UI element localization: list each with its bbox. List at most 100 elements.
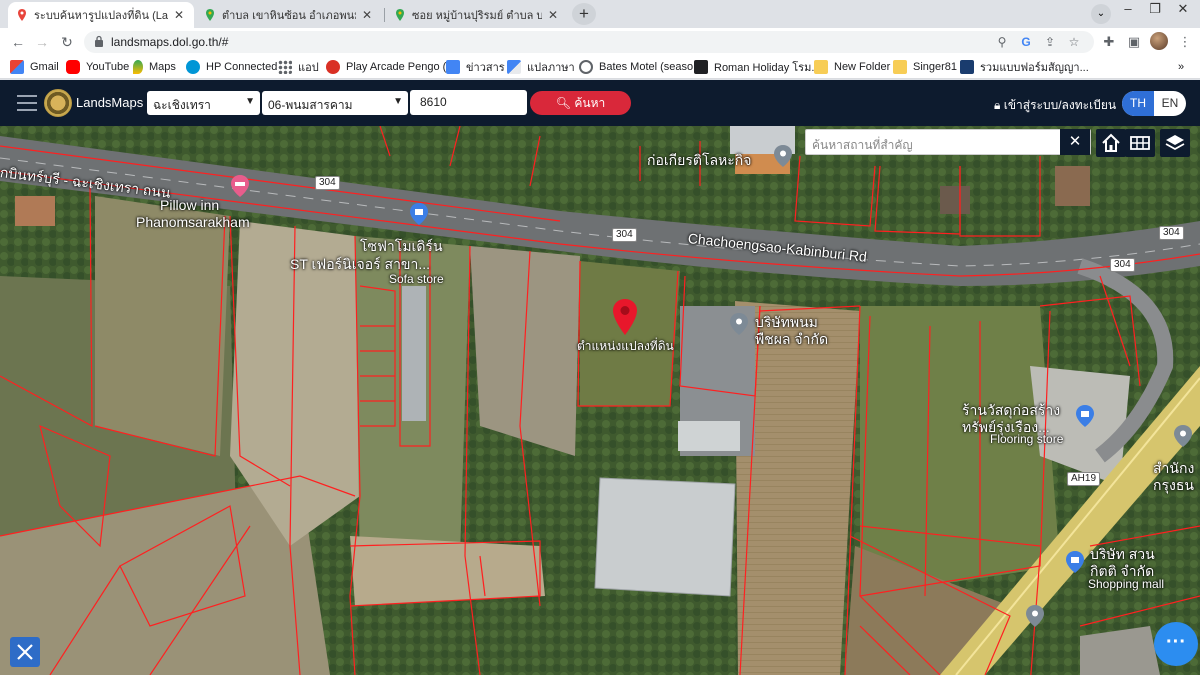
minimize-window-icon[interactable]: – xyxy=(1113,0,1143,22)
hamburger-menu-icon[interactable] xyxy=(17,95,37,111)
arcade-icon xyxy=(326,60,340,74)
chevron-down-icon: ▼ xyxy=(245,96,255,107)
route-304-shield: 304 xyxy=(1159,226,1184,240)
shopping-pin-icon[interactable] xyxy=(408,202,430,226)
new-tab-button[interactable]: + xyxy=(572,3,596,25)
route-304-shield: 304 xyxy=(1110,258,1135,272)
extensions-puzzle-icon[interactable]: ✚ xyxy=(1100,33,1118,51)
reload-icon[interactable]: ↻ xyxy=(57,32,77,52)
hotel-pin-icon[interactable] xyxy=(229,174,251,198)
grid-view-button[interactable] xyxy=(1125,129,1155,157)
profile-avatar[interactable] xyxy=(1150,32,1168,50)
bookmark-maps[interactable]: Maps xyxy=(133,59,176,75)
login-link[interactable]: 🔒︎ เข้าสู่ระบบ/ลงทะเบียน xyxy=(994,96,1116,115)
back-arrow-icon[interactable]: ← xyxy=(8,32,28,52)
parcel-location-label: ตำแหน่งแปลงที่ดิน xyxy=(577,339,674,353)
tab-divider xyxy=(384,8,385,22)
bookmark-forms[interactable]: รวมแบบฟอร์มสัญญา... xyxy=(960,59,1089,75)
route-304-shield: 304 xyxy=(315,176,340,190)
location-pin-icon[interactable]: ⚲ xyxy=(994,34,1010,50)
address-bar[interactable]: landsmaps.dol.go.th/# ⚲ G ⇪ ☆ xyxy=(84,31,1094,53)
poi-label: Shopping mall xyxy=(1088,577,1165,591)
route-ah19-shield: AH19 xyxy=(1067,472,1101,486)
lang-en-button[interactable]: EN xyxy=(1154,91,1186,116)
bookmark-new-folder[interactable]: New Folder xyxy=(814,59,890,75)
home-icon xyxy=(1102,133,1120,152)
doc-icon xyxy=(960,60,974,74)
google-maps-favicon-icon xyxy=(206,9,214,21)
tools-icon xyxy=(17,644,33,660)
layers-button[interactable] xyxy=(1160,129,1190,157)
tab-search-icon[interactable]: ⌄ xyxy=(1091,4,1111,24)
login-label: เข้าสู่ระบบ/ลงทะเบียน xyxy=(1003,98,1117,112)
bookmark-bates-motel[interactable]: Bates Motel (seaso... xyxy=(579,59,702,75)
tools-button[interactable] xyxy=(10,637,40,667)
side-panel-icon[interactable]: ▣ xyxy=(1125,33,1143,51)
tab-title: ระบบค้นหารูปแปลงที่ดิน (LandsMa xyxy=(34,10,168,22)
translate-icon xyxy=(507,60,521,74)
close-window-icon[interactable]: ✕ xyxy=(1168,0,1198,22)
google-translate-icon[interactable]: G xyxy=(1018,34,1034,50)
route-304-shield: 304 xyxy=(612,228,637,242)
chevron-down-icon: ▼ xyxy=(393,96,403,107)
lock-icon xyxy=(95,35,103,47)
bookmark-news[interactable]: ข่าวสาร xyxy=(446,59,505,75)
bookmark-apps[interactable]: แอป xyxy=(278,59,319,75)
bookmark-hp-connected[interactable]: HP Connected xyxy=(186,59,277,75)
more-options-button[interactable]: ··· xyxy=(1154,622,1198,666)
bookmark-star-icon[interactable]: ☆ xyxy=(1066,34,1082,50)
shopping-pin-icon[interactable] xyxy=(1074,404,1096,428)
close-tab-icon[interactable]: ✕ xyxy=(546,8,560,22)
bookmarks-overflow-icon[interactable]: » xyxy=(1178,59,1184,75)
place-search-box[interactable]: ค้นหาสถานที่สำคัญ ✕ xyxy=(805,129,1091,155)
clear-search-icon[interactable]: ✕ xyxy=(1060,129,1090,155)
poi-label: พืชผล จำกัด xyxy=(755,331,829,347)
shopping-pin-icon[interactable] xyxy=(1064,550,1086,574)
ellipsis-icon: ··· xyxy=(1166,631,1186,653)
share-icon[interactable]: ⇪ xyxy=(1042,34,1058,50)
search-button-label: ค้นหา xyxy=(574,96,606,110)
poi-label: Pillow inn xyxy=(160,197,220,213)
hp-icon xyxy=(186,60,200,74)
news-icon xyxy=(446,60,460,74)
tab-maps-2[interactable]: ตำบล เขาหินซ้อน อำเภอพนมสารค ✕ xyxy=(196,2,382,28)
bookmark-youtube[interactable]: YouTube xyxy=(66,59,129,75)
tab-maps-3[interactable]: ซอย หมู่บ้านปุริรมย์ ตำบล บางน้ำจืด ✕ xyxy=(386,2,568,28)
restore-window-icon[interactable]: ❐ xyxy=(1140,0,1170,22)
kebab-menu-icon[interactable]: ⋮ xyxy=(1176,33,1194,51)
bookmark-pengo[interactable]: Play Arcade Pengo (... xyxy=(326,59,455,75)
bookmark-gmail[interactable]: Gmail xyxy=(10,59,59,75)
close-tab-icon[interactable]: ✕ xyxy=(360,8,374,22)
bookmark-singer81[interactable]: Singer81 xyxy=(893,59,957,75)
province-select[interactable]: ฉะเชิงเทรา ▼ xyxy=(147,91,260,115)
place-pin-icon[interactable] xyxy=(772,144,794,168)
home-view-button[interactable] xyxy=(1096,129,1126,157)
place-pin-icon[interactable] xyxy=(728,312,750,336)
google-maps-favicon-icon xyxy=(396,9,404,21)
forward-arrow-icon[interactable]: → xyxy=(32,32,52,52)
parcel-number-input[interactable]: 8610 xyxy=(410,90,527,115)
dol-logo xyxy=(44,89,72,117)
bookmark-roman-holiday[interactable]: Roman Holiday โรม... xyxy=(694,59,821,75)
language-switch: TH EN xyxy=(1122,91,1186,116)
search-button[interactable]: 🔍︎ ค้นหา xyxy=(530,91,631,115)
satellite-map[interactable]: 304 304 304 304 AH19 กบินทร์บุรี - ฉะเชิ… xyxy=(0,126,1200,675)
lang-th-button[interactable]: TH xyxy=(1122,91,1154,116)
parcel-location-pin-icon[interactable] xyxy=(612,298,638,336)
url-text: landsmaps.dol.go.th/# xyxy=(111,35,229,49)
map-pin-favicon-icon xyxy=(18,9,26,21)
browser-tab-strip: ระบบค้นหารูปแปลงที่ดิน (LandsMa ✕ ตำบล เ… xyxy=(0,0,1200,28)
place-search-placeholder: ค้นหาสถานที่สำคัญ xyxy=(812,138,913,152)
amphoe-select[interactable]: 06-พนมสารคาม ▼ xyxy=(262,91,408,115)
place-pin-icon[interactable] xyxy=(1172,424,1194,448)
browser-toolbar: ← → ↻ landsmaps.dol.go.th/# ⚲ G ⇪ ☆ ✚ ▣ … xyxy=(0,28,1200,55)
film-icon xyxy=(694,60,708,74)
amphoe-value: 06-พนมสารคาม xyxy=(268,98,353,112)
bookmark-translate[interactable]: แปลภาษา xyxy=(507,59,575,75)
place-pin-icon[interactable] xyxy=(1024,604,1046,628)
gmail-icon xyxy=(10,60,24,74)
tab-landsmaps[interactable]: ระบบค้นหารูปแปลงที่ดิน (LandsMa ✕ xyxy=(8,2,194,28)
close-tab-icon[interactable]: ✕ xyxy=(172,8,186,22)
folder-icon xyxy=(814,60,828,74)
maps-icon xyxy=(133,60,143,74)
